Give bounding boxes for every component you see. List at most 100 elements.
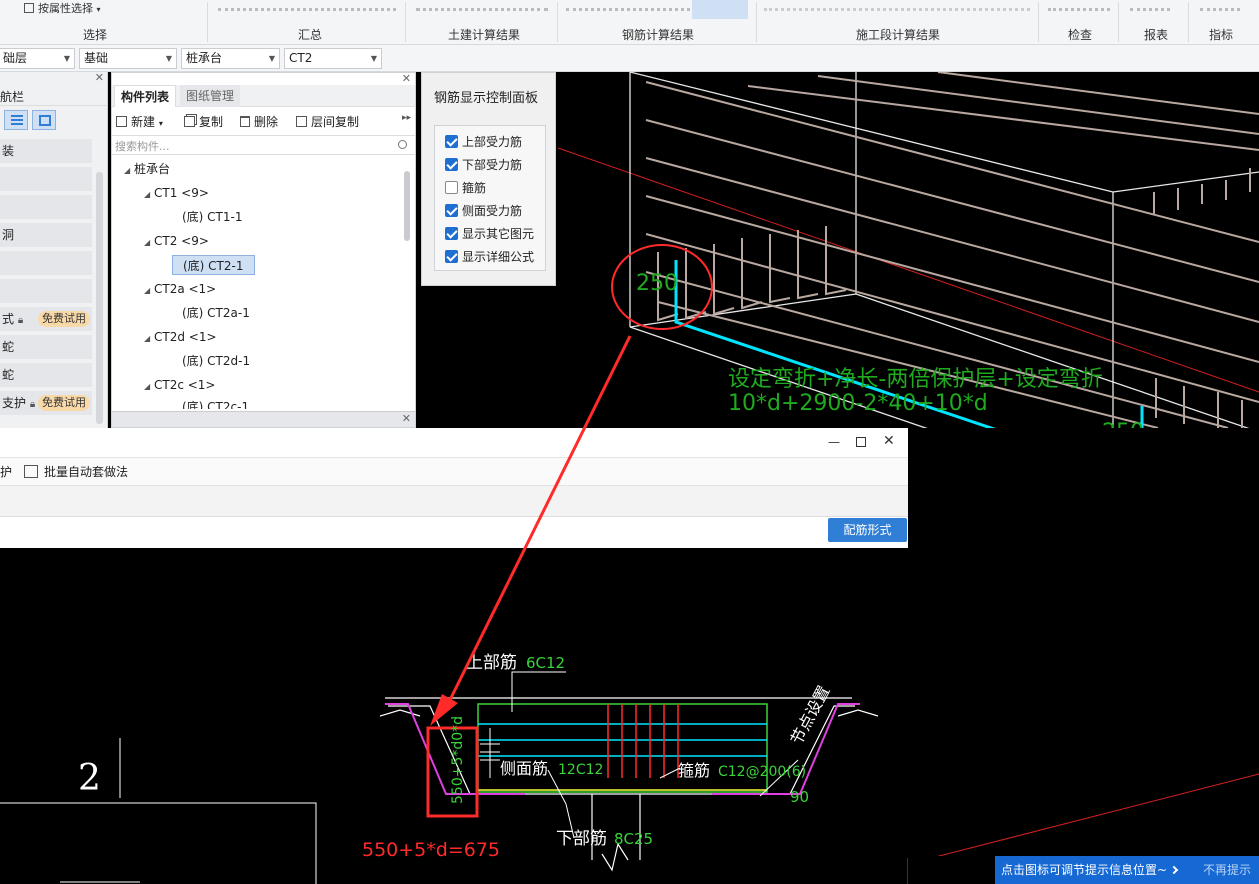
tree-leaf[interactable]: (底) CT2a-1: [182, 303, 250, 323]
close-icon[interactable]: ✕: [402, 72, 411, 85]
category-select[interactable]: 基础 ▼: [79, 48, 177, 69]
nav-item[interactable]: [0, 167, 92, 191]
checkbox-bottom-bar[interactable]: 下部受力筋: [445, 156, 522, 174]
stirrup-label: 箍筋: [678, 761, 710, 780]
group-label-civil: 土建计算结果: [447, 28, 520, 42]
tree-leaf[interactable]: (底) CT2d-1: [182, 351, 250, 371]
nav-scrollbar[interactable]: [96, 172, 103, 424]
bottom-bar-value: 8C25: [614, 830, 653, 848]
detail-view-icon[interactable]: [32, 110, 56, 130]
bent-rebar-right: [712, 703, 860, 795]
close-icon[interactable]: ✕: [402, 412, 411, 425]
checkbox-checked-icon[interactable]: [445, 227, 458, 240]
nav-item[interactable]: 蛇: [0, 363, 92, 387]
tree-node[interactable]: ◢ CT2a <1>: [144, 279, 216, 299]
ribbon-divider: [1188, 2, 1189, 42]
expand-icon: ◢: [144, 286, 151, 295]
ribbon-report-button[interactable]: [1130, 0, 1170, 22]
protect-button[interactable]: 护: [0, 463, 12, 480]
minimize-icon[interactable]: —: [828, 435, 840, 449]
nav-item[interactable]: 蛇: [0, 335, 92, 359]
batch-auto-apply-button[interactable]: 批量自动套做法: [44, 463, 128, 480]
ribbon-divider: [405, 2, 406, 42]
section-drawing[interactable]: 2 上部筋 6C12 侧面筋 12C12 箍筋 C12@200(6) 下部筋 8…: [0, 548, 908, 884]
ribbon-divider: [756, 2, 757, 42]
dimension-label-bottom: 250: [1102, 420, 1144, 428]
selector-bar: 础层 ▼ 基础 ▼ 桩承台 ▼ CT2 ▼: [0, 45, 1259, 72]
tab-drawing-management[interactable]: 图纸管理: [180, 85, 241, 107]
close-icon[interactable]: ✕: [883, 433, 895, 449]
search-icon[interactable]: [398, 140, 407, 149]
checkbox-top-bar[interactable]: 上部受力筋: [445, 133, 522, 151]
checkbox-checked-icon[interactable]: [445, 158, 458, 171]
tree-leaf[interactable]: (底) CT2c-1: [182, 397, 249, 409]
rebar-display-panel: 钢筋显示控制面板 上部受力筋 下部受力筋 箍筋 侧面受力筋 显示其它图元 显示详…: [421, 72, 556, 286]
rebar-form-button[interactable]: 配筋形式: [828, 518, 907, 542]
expand-icon: ◢: [124, 166, 131, 175]
ribbon-summary-buttons[interactable]: [218, 0, 396, 22]
list-view-icon[interactable]: [4, 110, 28, 130]
tree-leaf[interactable]: (底) CT1-1: [182, 207, 243, 227]
delete-button[interactable]: 删除: [240, 113, 278, 131]
group-label-stage: 施工段计算结果: [855, 28, 940, 42]
ribbon-stage-buttons[interactable]: [764, 0, 1030, 22]
component-select[interactable]: CT2 ▼: [284, 48, 382, 69]
chevron-right-icon[interactable]: [1169, 865, 1179, 875]
checkbox-stirrup[interactable]: 箍筋: [445, 179, 486, 197]
checkbox-unchecked-icon[interactable]: [445, 181, 458, 194]
nav-item[interactable]: 式 🔒︎ 免费试用: [0, 307, 92, 331]
checkbox-checked-icon[interactable]: [445, 204, 458, 217]
panel-title: 钢筋显示控制面板: [434, 91, 539, 106]
copy-button[interactable]: 复制: [184, 113, 223, 131]
close-icon[interactable]: ✕: [95, 71, 104, 84]
stirrup-value: C12@200(6): [718, 764, 806, 780]
checkbox-detailed-formula[interactable]: 显示详细公式: [445, 248, 534, 266]
expand-icon: ◢: [144, 190, 151, 199]
rebar-3d-button[interactable]: [692, 0, 748, 19]
ribbon-divider: [207, 2, 208, 42]
viewport-lower-right: [937, 773, 1259, 856]
checkbox-side-bar[interactable]: 侧面受力筋: [445, 202, 522, 220]
ribbon-rebar-buttons[interactable]: [566, 0, 690, 22]
more-icon[interactable]: ▸▸: [402, 113, 411, 123]
nav-item[interactable]: 支护 🔒︎ 免费试用: [0, 391, 92, 415]
free-trial-badge[interactable]: 免费试用: [38, 395, 90, 411]
select-by-property-button[interactable]: 按属性选择 ▾: [0, 0, 200, 22]
nav-item[interactable]: [0, 195, 92, 219]
floor-select[interactable]: 础层 ▼: [0, 48, 75, 69]
tree-node[interactable]: ◢ CT2d <1>: [144, 327, 217, 347]
free-trial-badge[interactable]: 免费试用: [38, 311, 90, 327]
group-label-select: 选择: [82, 28, 107, 42]
search-input[interactable]: 搜索构件...: [112, 135, 415, 155]
maximize-icon[interactable]: [856, 437, 866, 447]
tree-leaf-selected[interactable]: (底) CT2-1: [172, 255, 255, 275]
type-select[interactable]: 桩承台 ▼: [181, 48, 280, 69]
tree-root[interactable]: ◢ 桩承台: [124, 159, 170, 179]
tree-node[interactable]: ◢ CT1 <9>: [144, 183, 209, 203]
tab-component-list[interactable]: 构件列表: [114, 85, 177, 107]
node-setting-label[interactable]: 节点设置: [787, 682, 834, 747]
new-button[interactable]: 新建 ▾: [116, 113, 163, 131]
checkbox-checked-icon[interactable]: [445, 250, 458, 263]
dismiss-button[interactable]: 不再提示: [1203, 856, 1251, 884]
nav-item[interactable]: [0, 251, 92, 275]
layer-copy-button[interactable]: 层间复制: [296, 113, 359, 131]
ribbon-check-button[interactable]: [1048, 0, 1110, 22]
expand-icon: ◢: [144, 334, 151, 343]
list-scrollbar[interactable]: [404, 171, 410, 241]
nav-item[interactable]: 洞: [0, 223, 92, 247]
tree-node[interactable]: ◢ CT2c <1>: [144, 375, 215, 395]
checkbox-other-elements[interactable]: 显示其它图元: [445, 225, 534, 243]
ribbon-divider: [1118, 2, 1119, 42]
ribbon-civil-buttons[interactable]: [416, 0, 548, 22]
checkbox-checked-icon[interactable]: [445, 135, 458, 148]
axis-line: [937, 773, 1259, 856]
nav-item[interactable]: [0, 279, 92, 303]
group-label-report: 报表: [1143, 28, 1168, 42]
ribbon-indicator-button[interactable]: [1200, 0, 1240, 22]
dialog-toolbar: 护 批量自动套做法: [0, 458, 908, 486]
ribbon-divider: [1038, 2, 1039, 42]
tip-notification[interactable]: 点击图标可调节提示信息位置~ 不再提示: [995, 856, 1259, 884]
tree-node[interactable]: ◢ CT2 <9>: [144, 231, 209, 251]
nav-item[interactable]: 装: [0, 139, 92, 163]
